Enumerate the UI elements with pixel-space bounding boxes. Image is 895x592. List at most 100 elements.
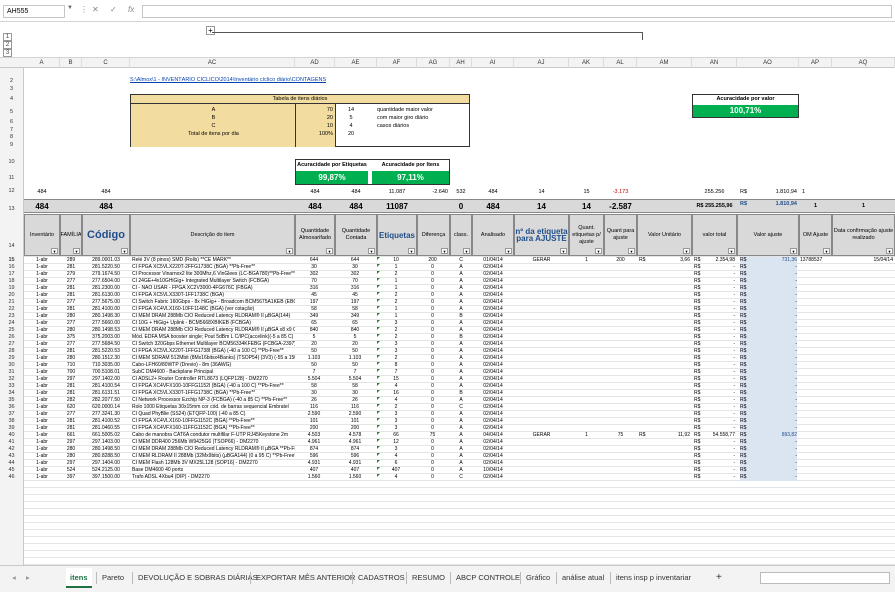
table-cell[interactable] bbox=[604, 439, 637, 446]
table-cell[interactable]: 30 bbox=[295, 264, 333, 271]
table-cell[interactable]: 2.354,98 bbox=[704, 257, 735, 264]
table-cell[interactable] bbox=[569, 285, 604, 292]
table-cell[interactable]: 277.5684.50 bbox=[82, 341, 130, 348]
table-cell[interactable]: 0 bbox=[417, 306, 448, 313]
table-cell[interactable]: 280 bbox=[60, 355, 82, 362]
table-cell[interactable]: - bbox=[704, 418, 735, 425]
table-cell[interactable] bbox=[834, 397, 893, 404]
table-cell[interactable] bbox=[604, 271, 637, 278]
table-cell[interactable]: 8 bbox=[377, 362, 415, 369]
table-cell[interactable]: R$ bbox=[740, 334, 752, 341]
table-cell[interactable]: 6 bbox=[377, 460, 415, 467]
table-cell[interactable]: 50 bbox=[295, 348, 333, 355]
table-cell[interactable]: 4.578 bbox=[335, 432, 375, 439]
table-cell[interactable]: 0 bbox=[417, 439, 448, 446]
table-cell[interactable] bbox=[639, 299, 651, 306]
table-cell[interactable]: - bbox=[704, 376, 735, 383]
table-cell[interactable] bbox=[639, 397, 651, 404]
table-cell[interactable]: A bbox=[450, 376, 472, 383]
table-cell[interactable]: 10 bbox=[377, 257, 415, 264]
table-cell[interactable] bbox=[652, 446, 690, 453]
table-cell[interactable]: - bbox=[704, 299, 735, 306]
header-class[interactable]: class. ▼ bbox=[450, 214, 472, 256]
table-cell[interactable]: B bbox=[450, 313, 472, 320]
table-cell[interactable]: 349 bbox=[335, 313, 375, 320]
table-cell[interactable]: 302 bbox=[295, 271, 333, 278]
table-cell[interactable]: R$ bbox=[740, 306, 752, 313]
table-cell[interactable]: CI FPGA XC5VLX220T-1FFG1738I (BGA) (-40 … bbox=[132, 348, 295, 355]
table-cell[interactable] bbox=[652, 467, 690, 474]
table-cell[interactable]: 0 bbox=[417, 411, 448, 418]
table-cell[interactable] bbox=[652, 439, 690, 446]
table-cell[interactable]: 1-abr bbox=[24, 278, 60, 285]
row-header[interactable]: 21 bbox=[0, 299, 23, 305]
table-cell[interactable]: CI Processor Vinarnox2 lite 300Mhz,6 Vin… bbox=[132, 271, 295, 278]
table-cell[interactable]: 893,82 bbox=[752, 432, 797, 439]
table-cell[interactable]: - bbox=[752, 278, 797, 285]
table-cell[interactable] bbox=[800, 453, 830, 460]
table-cell[interactable]: 5 bbox=[295, 334, 333, 341]
filter-dropdown-icon[interactable]: ▼ bbox=[121, 248, 128, 254]
table-cell[interactable] bbox=[800, 418, 830, 425]
table-cell[interactable]: R$ bbox=[740, 292, 752, 299]
table-cell[interactable]: 0 bbox=[417, 320, 448, 327]
table-cell[interactable] bbox=[514, 271, 569, 278]
row-header[interactable]: 7 bbox=[0, 127, 23, 133]
header-qtd-contada[interactable]: Quantidade Contada ▼ bbox=[335, 214, 377, 256]
table-cell[interactable] bbox=[834, 432, 893, 439]
table-cell[interactable] bbox=[569, 411, 604, 418]
table-cell[interactable]: 02/04/14 bbox=[472, 397, 514, 404]
table-cell[interactable]: 297 bbox=[60, 460, 82, 467]
table-cell[interactable]: - bbox=[752, 327, 797, 334]
table-cell[interactable]: 1 bbox=[569, 432, 604, 439]
tab-scroll-prev-icon[interactable]: ◂ bbox=[8, 568, 20, 588]
folder-link[interactable]: S:\Almox\1 - INVENTÁRIO CÍCLICO\2014\Inv… bbox=[130, 77, 326, 84]
row-header[interactable]: 43 bbox=[0, 453, 23, 459]
table-cell[interactable]: - bbox=[704, 264, 735, 271]
table-cell[interactable] bbox=[800, 271, 830, 278]
table-cell[interactable] bbox=[569, 397, 604, 404]
table-cell[interactable]: 200 bbox=[417, 257, 448, 264]
table-cell[interactable]: 1-abr bbox=[24, 264, 60, 271]
filter-dropdown-icon[interactable]: ▼ bbox=[683, 248, 690, 254]
table-cell[interactable]: R$ bbox=[740, 341, 752, 348]
table-cell[interactable]: 02/04/14 bbox=[472, 292, 514, 299]
table-cell[interactable] bbox=[834, 348, 893, 355]
table-cell[interactable] bbox=[604, 390, 637, 397]
table-cell[interactable]: 710.3035.00 bbox=[82, 362, 130, 369]
header-qtd-almox[interactable]: Quantidade Almoxarifado ▼ bbox=[295, 214, 335, 256]
table-cell[interactable]: - bbox=[704, 411, 735, 418]
table-cell[interactable] bbox=[639, 467, 651, 474]
table-cell[interactable] bbox=[514, 390, 569, 397]
table-cell[interactable]: 15 bbox=[377, 376, 415, 383]
table-cell[interactable]: A bbox=[450, 271, 472, 278]
table-cell[interactable]: 02/04/14 bbox=[472, 425, 514, 432]
filter-dropdown-icon[interactable]: ▼ bbox=[728, 248, 735, 254]
table-cell[interactable] bbox=[834, 278, 893, 285]
row-header[interactable]: 30 bbox=[0, 362, 23, 368]
table-cell[interactable] bbox=[639, 411, 651, 418]
table-cell[interactable] bbox=[639, 341, 651, 348]
row-header[interactable]: 29 bbox=[0, 355, 23, 361]
table-cell[interactable]: - bbox=[704, 397, 735, 404]
table-cell[interactable]: A bbox=[450, 439, 472, 446]
table-cell[interactable] bbox=[652, 306, 690, 313]
table-cell[interactable]: Cabo de manobra CAT6A condutor multifila… bbox=[132, 432, 295, 439]
table-cell[interactable]: 200 bbox=[295, 425, 333, 432]
table-cell[interactable]: 02/04/14 bbox=[472, 418, 514, 425]
row-header[interactable]: 8 bbox=[0, 134, 23, 140]
table-cell[interactable]: - bbox=[752, 467, 797, 474]
table-cell[interactable]: 2.590 bbox=[295, 411, 333, 418]
table-cell[interactable]: 297.1404.00 bbox=[82, 460, 130, 467]
row-header[interactable]: 38 bbox=[0, 418, 23, 424]
table-cell[interactable]: R$ bbox=[740, 369, 752, 376]
table-cell[interactable] bbox=[652, 383, 690, 390]
row-header[interactable]: 17 bbox=[0, 271, 23, 277]
table-cell[interactable] bbox=[800, 446, 830, 453]
row-header[interactable]: 25 bbox=[0, 327, 23, 333]
header-analisado[interactable]: Analisado ▼ bbox=[472, 214, 514, 256]
tab-cadastros[interactable]: CADASTROS bbox=[354, 568, 409, 588]
tab-abcp-controle[interactable]: ABCP CONTROLE bbox=[452, 568, 524, 588]
table-cell[interactable] bbox=[639, 460, 651, 467]
table-cell[interactable] bbox=[800, 341, 830, 348]
